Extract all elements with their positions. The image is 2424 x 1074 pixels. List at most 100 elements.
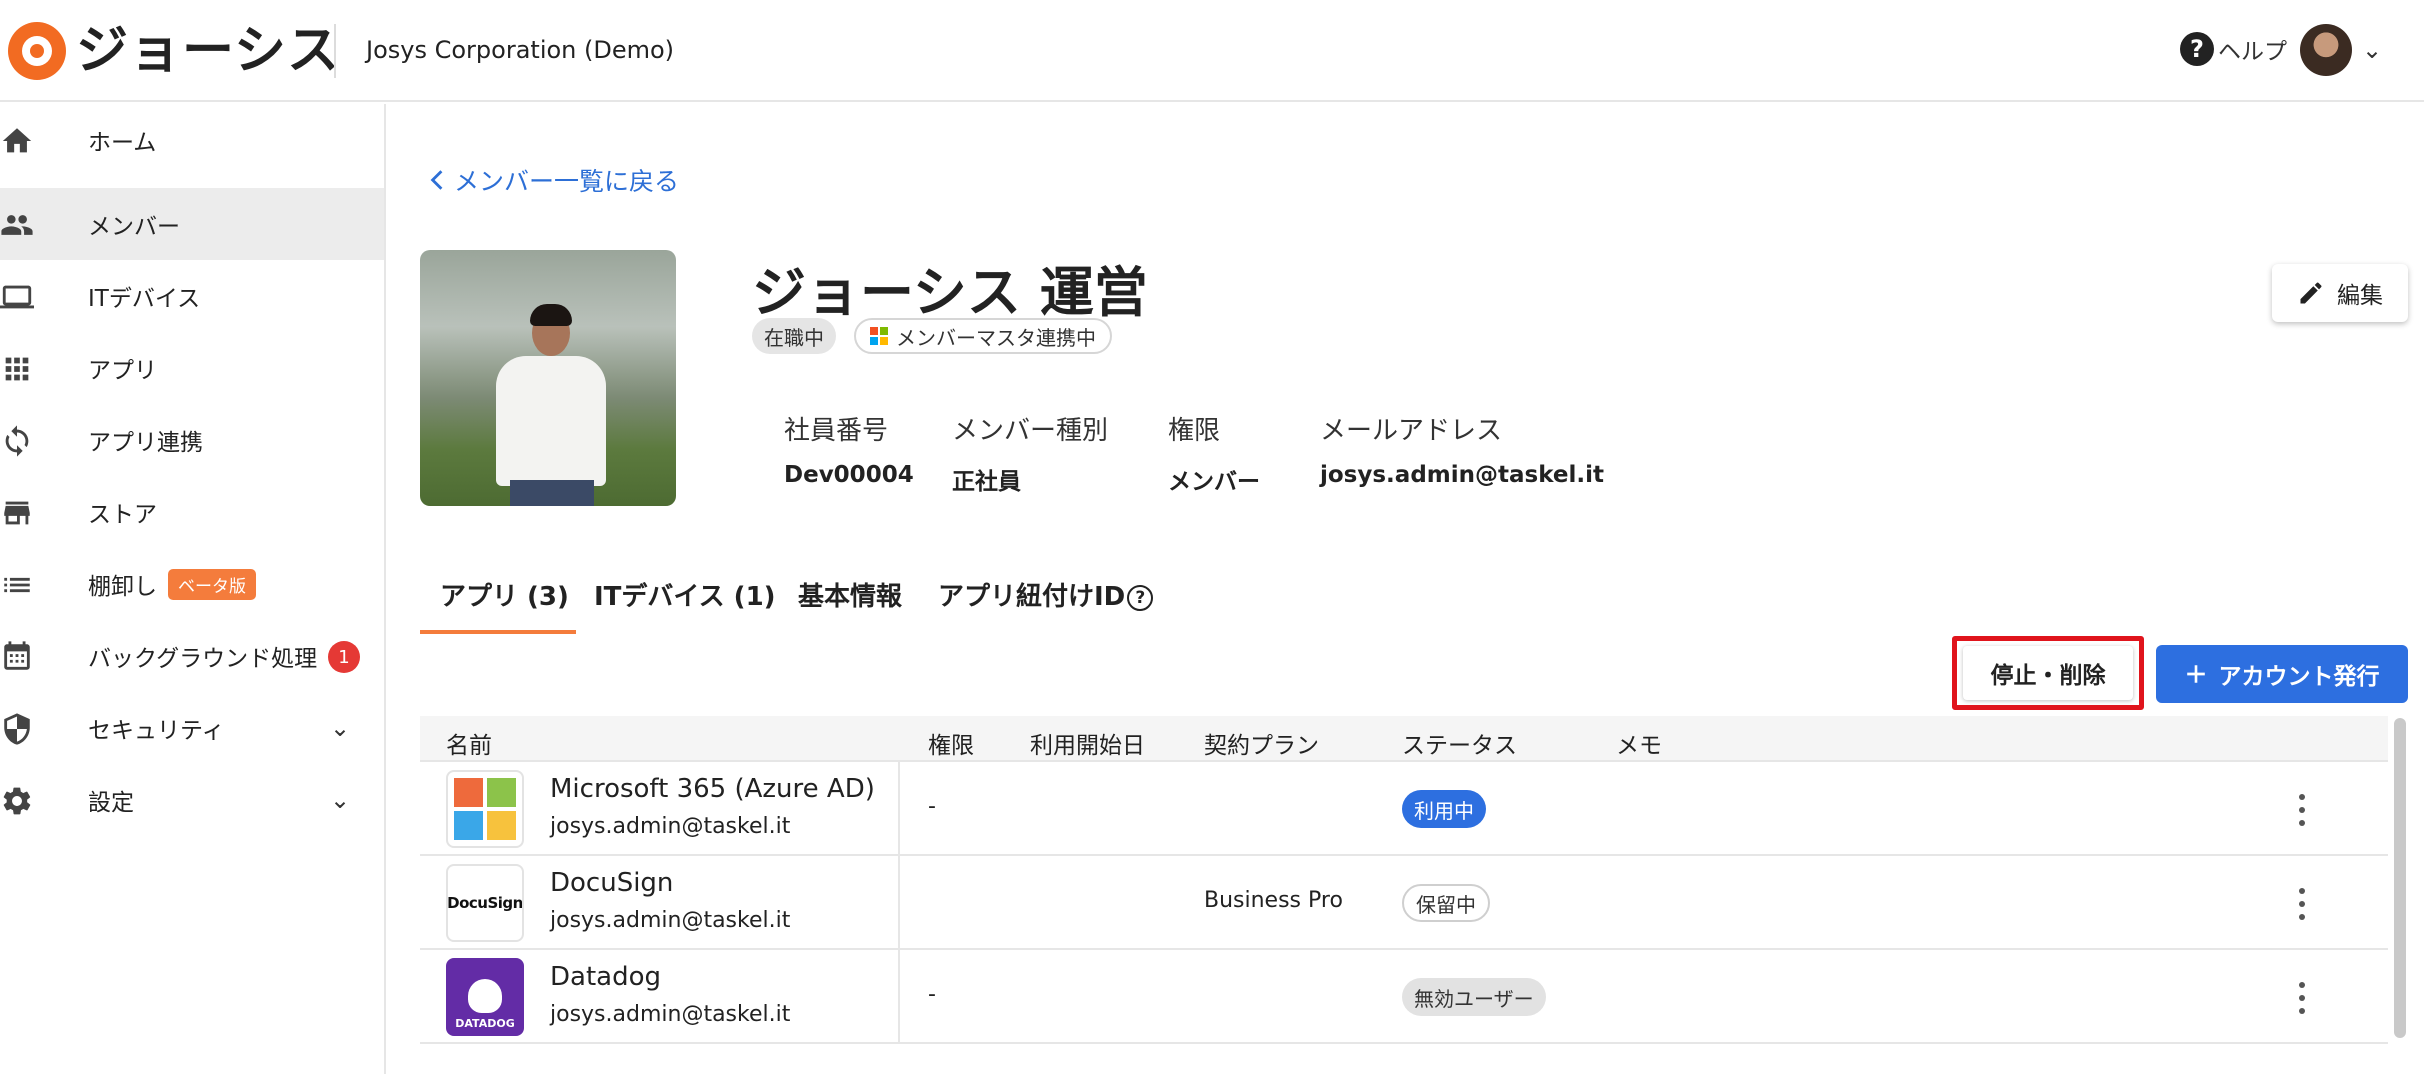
plus-icon bbox=[2186, 665, 2205, 683]
more-vert-icon[interactable] bbox=[2292, 884, 2312, 924]
more-vert-icon[interactable] bbox=[2292, 978, 2312, 1018]
people-icon bbox=[1, 215, 33, 235]
datadog-logo-icon: DATADOG bbox=[446, 958, 524, 1036]
column-header-status[interactable]: ステータス bbox=[1402, 726, 1517, 760]
sync-chip-label: メンバーマスタ連携中 bbox=[896, 325, 1096, 350]
sidebar-item-background-jobs[interactable]: バックグラウンド処理 1 bbox=[0, 620, 384, 692]
column-header-name[interactable]: 名前 bbox=[446, 726, 492, 760]
cell-role: - bbox=[928, 982, 936, 1007]
column-header-memo[interactable]: メモ bbox=[1616, 726, 1662, 760]
table-scrollbar[interactable] bbox=[2394, 718, 2406, 1038]
pencil-icon bbox=[2300, 282, 2322, 304]
app-name[interactable]: DocuSign bbox=[550, 868, 673, 898]
help-icon: ? bbox=[2180, 32, 2214, 66]
table-row[interactable]: Microsoft 365 (Azure AD) josys.admin@tas… bbox=[420, 762, 2388, 856]
edit-button[interactable]: 編集 bbox=[2272, 264, 2408, 322]
sidebar-item-label: ストア bbox=[88, 502, 157, 528]
shield-icon bbox=[4, 713, 30, 745]
table-row[interactable]: DATADOG Datadog josys.admin@taskel.it - … bbox=[420, 950, 2388, 1044]
app-account-email: josys.admin@taskel.it bbox=[550, 1002, 791, 1027]
tab-app-link-id-label: アプリ紐付けID bbox=[938, 582, 1126, 612]
sidebar-item-label: 棚卸し bbox=[88, 574, 157, 600]
sidebar-item-home[interactable]: ホーム bbox=[0, 104, 384, 176]
datadog-dog-icon bbox=[468, 979, 502, 1013]
status-badge: 保留中 bbox=[1402, 884, 1490, 922]
sidebar-item-label: 設定 bbox=[88, 790, 134, 816]
app-header: ジョーシス Josys Corporation (Demo) ? ヘルプ ⌄ bbox=[0, 0, 2424, 102]
employment-status-chip: 在職中 bbox=[752, 318, 836, 354]
app-name[interactable]: Datadog bbox=[550, 962, 661, 992]
table-row[interactable]: DocuSign DocuSign josys.admin@taskel.it … bbox=[420, 856, 2388, 950]
status-badge: 利用中 bbox=[1402, 790, 1486, 828]
sidebar-item-store[interactable]: ストア bbox=[0, 476, 384, 548]
tab-app-link-id[interactable]: アプリ紐付けID? bbox=[938, 576, 1154, 613]
status-badge: 無効ユーザー bbox=[1402, 978, 1546, 1016]
sidebar-item-members[interactable]: メンバー bbox=[0, 188, 384, 260]
apps-table-header: 名前 権限 利用開始日 契約プラン ステータス メモ bbox=[420, 716, 2388, 762]
question-circle-icon[interactable]: ? bbox=[1127, 585, 1154, 611]
sidebar-item-label: バックグラウンド処理 bbox=[88, 646, 318, 672]
column-divider bbox=[898, 950, 900, 1044]
stop-delete-button[interactable]: 停止・削除 bbox=[1963, 646, 2133, 700]
app-name[interactable]: Microsoft 365 (Azure AD) bbox=[550, 774, 875, 804]
calendar-icon bbox=[4, 641, 30, 670]
app-account-email: josys.admin@taskel.it bbox=[550, 814, 791, 839]
sidebar-item-label: アプリ bbox=[88, 358, 157, 384]
more-vert-icon[interactable] bbox=[2292, 790, 2312, 830]
sidebar: ホーム メンバー ITデバイス アプリ アプリ連携 ストア 棚卸し ベータ版 バ… bbox=[0, 104, 386, 1074]
issue-account-label: アカウント発行 bbox=[2218, 664, 2380, 690]
field-value-email: josys.admin@taskel.it bbox=[1320, 462, 1604, 488]
microsoft-logo-grid bbox=[454, 778, 516, 840]
microsoft-logo-icon bbox=[446, 770, 524, 848]
sidebar-item-it-devices[interactable]: ITデバイス bbox=[0, 260, 384, 332]
datadog-logo-text: DATADOG bbox=[455, 1017, 515, 1030]
header-divider bbox=[334, 24, 336, 78]
josys-logo[interactable]: ジョーシス bbox=[8, 22, 340, 80]
field-value-member-type: 正社員 bbox=[952, 469, 1021, 495]
sidebar-item-label: セキュリティ bbox=[88, 718, 225, 744]
sidebar-item-app-integration[interactable]: アプリ連携 bbox=[0, 404, 384, 476]
sidebar-item-inventory[interactable]: 棚卸し ベータ版 bbox=[0, 548, 384, 620]
home-icon bbox=[2, 128, 32, 153]
sidebar-item-apps[interactable]: アプリ bbox=[0, 332, 384, 404]
help-label: ヘルプ bbox=[2218, 39, 2287, 65]
tab-it-devices[interactable]: ITデバイス (1) bbox=[594, 576, 776, 613]
help-button[interactable]: ? ヘルプ bbox=[2180, 32, 2287, 66]
docusign-logo-text: DocuSign bbox=[447, 894, 523, 912]
member-photo bbox=[420, 250, 676, 506]
member-name: ジョーシス 運営 bbox=[752, 261, 1148, 324]
sidebar-item-security[interactable]: セキュリティ ⌄ bbox=[0, 692, 384, 764]
sidebar-item-label: アプリ連携 bbox=[88, 430, 203, 456]
tab-basic-info[interactable]: 基本情報 bbox=[798, 576, 902, 613]
column-header-plan[interactable]: 契約プラン bbox=[1204, 726, 1319, 760]
photo-person-hair bbox=[530, 304, 572, 326]
laptop-icon bbox=[0, 285, 34, 309]
sidebar-item-label: ホーム bbox=[88, 130, 157, 156]
sidebar-item-settings[interactable]: 設定 ⌄ bbox=[0, 764, 384, 836]
chevron-down-icon: ⌄ bbox=[330, 714, 351, 742]
column-divider bbox=[898, 762, 900, 856]
stop-delete-button-highlight: 停止・削除 bbox=[1952, 636, 2144, 710]
organization-name: Josys Corporation (Demo) bbox=[366, 36, 675, 64]
sidebar-item-label: ITデバイス bbox=[88, 286, 201, 312]
cell-role: - bbox=[928, 794, 936, 819]
photo-person-body bbox=[496, 356, 606, 486]
field-value-role: メンバー bbox=[1168, 469, 1260, 495]
user-avatar[interactable] bbox=[2300, 24, 2352, 76]
chevron-down-icon[interactable]: ⌄ bbox=[2362, 36, 2382, 64]
tab-apps[interactable]: アプリ (3) bbox=[440, 576, 569, 613]
column-header-role[interactable]: 権限 bbox=[928, 726, 974, 760]
photo-person-pants bbox=[510, 480, 594, 506]
active-tab-indicator bbox=[420, 630, 576, 634]
cell-plan: Business Pro bbox=[1204, 888, 1343, 913]
app-account-email: josys.admin@taskel.it bbox=[550, 908, 791, 933]
grid-icon bbox=[5, 357, 29, 381]
logo-mark-icon bbox=[8, 22, 66, 80]
column-divider bbox=[898, 856, 900, 950]
issue-account-button[interactable]: アカウント発行 bbox=[2156, 645, 2408, 703]
member-master-sync-chip: メンバーマスタ連携中 bbox=[854, 318, 1112, 354]
field-label-role: 権限 bbox=[1168, 416, 1221, 446]
column-header-start-date[interactable]: 利用開始日 bbox=[1030, 726, 1145, 760]
field-value-employee-id: Dev00004 bbox=[784, 462, 914, 488]
back-to-members-link[interactable]: メンバー一覧に戻る bbox=[428, 162, 679, 198]
